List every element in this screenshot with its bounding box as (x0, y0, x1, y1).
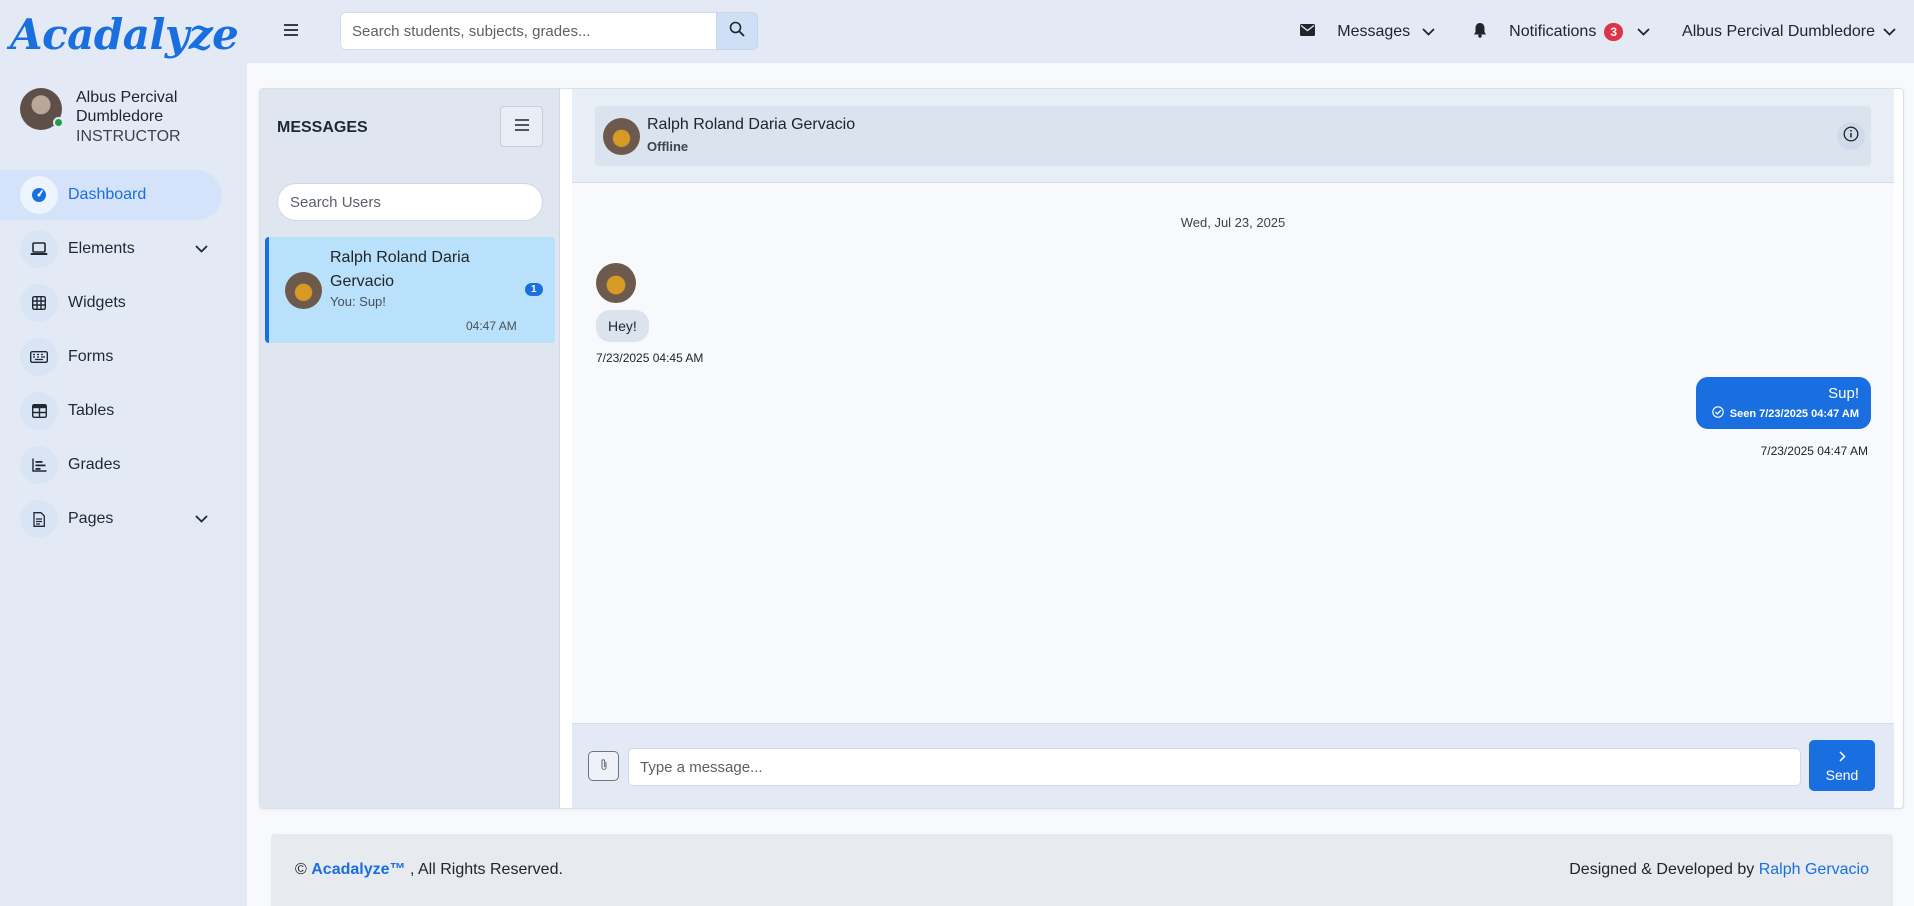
conversation-item[interactable]: Ralph Roland Daria Gervacio You: Sup! 1 … (265, 237, 555, 343)
dashboard-gauge-icon (20, 176, 58, 214)
notifications-dropdown[interactable]: Notifications 3 (1473, 22, 1650, 42)
avatar[interactable] (20, 88, 64, 130)
menu-icon (514, 116, 530, 137)
chevron-down-icon (1422, 24, 1435, 39)
sidebar-item-label: Tables (68, 402, 115, 419)
chat-panel: Ralph Roland Daria Gervacio Offline Wed,… (572, 89, 1894, 808)
credits: Designed & Developed by Ralph Gervacio (1569, 861, 1869, 879)
attach-file-button[interactable] (588, 751, 619, 781)
footer: © Acadalyze™ , All Rights Reserved. Desi… (271, 834, 1893, 906)
chat-contact-status: Offline (647, 139, 689, 154)
search-icon (729, 21, 745, 42)
messages-card: MESSAGES Ralph Roland Daria Gervacio You… (259, 88, 1904, 809)
chat-header: Ralph Roland Daria Gervacio Offline (595, 106, 1871, 166)
sidebar-item-dashboard[interactable]: Dashboard (0, 170, 222, 220)
avatar[interactable] (603, 118, 640, 155)
chat-message-area[interactable]: Wed, Jul 23, 2025 Hey! 7/23/2025 04:45 A… (572, 183, 1894, 723)
profile-name: Albus Percival Dumbledore (76, 89, 178, 125)
envelope-icon (1300, 23, 1316, 40)
footer-brand-link[interactable]: Acadalyze™ (311, 861, 405, 878)
user-menu-name: Albus Percival Dumbledore (1682, 22, 1875, 40)
author-link[interactable]: Ralph Gervacio (1759, 861, 1869, 878)
messages-label: Messages (1337, 22, 1411, 40)
send-button[interactable]: Send (1809, 740, 1875, 791)
grid-icon (20, 284, 58, 322)
sidebar-item-forms[interactable]: Forms (0, 332, 222, 382)
avatar (285, 272, 322, 309)
notifications-count-badge: 3 (1604, 22, 1624, 41)
conversation-preview: You: Sup! (330, 294, 386, 309)
chevron-down-icon (195, 240, 208, 256)
sidebar-item-label: Forms (68, 348, 114, 365)
menu-toggle-icon[interactable] (283, 20, 299, 43)
online-status-dot (53, 117, 64, 128)
send-label: Send (1825, 766, 1859, 783)
message-composer: Send (572, 723, 1894, 808)
seen-receipt-text: Seen 7/23/2025 04:47 AM (1729, 408, 1859, 420)
incoming-message-bubble: Hey! (596, 310, 649, 342)
keyboard-icon (20, 338, 58, 376)
designed-by-text: Designed & Developed by (1569, 861, 1755, 878)
chevron-down-icon (1883, 24, 1896, 39)
sidebar-nav: Dashboard Elements Widgets Forms Tables … (0, 170, 222, 548)
profile-card: Albus Percival Dumbledore INSTRUCTOR (20, 88, 216, 148)
chevron-right-icon (1838, 749, 1846, 765)
global-search (340, 12, 758, 50)
rights-text: , All Rights Reserved. (409, 861, 563, 878)
info-icon (1843, 126, 1859, 147)
sidebar-item-label: Elements (68, 240, 135, 257)
app-logo[interactable]: Acadalyze (10, 10, 239, 59)
sidebar-item-label: Widgets (68, 294, 126, 311)
sidebar-item-tables[interactable]: Tables (0, 386, 222, 436)
search-users-input[interactable] (277, 183, 543, 221)
conversation-menu-button[interactable] (500, 106, 543, 147)
seen-receipt: Seen 7/23/2025 04:47 AM (1708, 406, 1859, 420)
search-button[interactable] (716, 12, 758, 50)
sidebar-item-widgets[interactable]: Widgets (0, 278, 222, 328)
messages-panel-title: MESSAGES (277, 119, 368, 136)
sidebar-item-elements[interactable]: Elements (0, 224, 222, 274)
sidebar: Acadalyze Albus Percival Dumbledore INST… (0, 0, 247, 906)
profile-role: INSTRUCTOR (76, 128, 181, 145)
message-input[interactable] (628, 748, 1801, 786)
chat-header-band: Ralph Roland Daria Gervacio Offline (572, 89, 1894, 183)
sidebar-item-label: Grades (68, 456, 121, 473)
chat-contact-name: Ralph Roland Daria Gervacio (647, 116, 856, 133)
chevron-down-icon (1637, 24, 1650, 39)
contact-info-button[interactable] (1837, 122, 1865, 150)
incoming-message-time: 7/23/2025 04:45 AM (596, 351, 704, 365)
topbar-actions: Messages Notifications 3 Albus Percival … (1300, 0, 1914, 63)
table-icon (20, 392, 58, 430)
laptop-icon (20, 230, 58, 268)
messages-dropdown[interactable]: Messages (1300, 23, 1435, 41)
notifications-label: Notifications (1509, 22, 1597, 40)
avatar (596, 263, 636, 303)
topbar: Messages Notifications 3 Albus Percival … (247, 0, 1914, 63)
copyright: © Acadalyze™ , All Rights Reserved. (295, 861, 563, 879)
conversation-list-panel: MESSAGES Ralph Roland Daria Gervacio You… (260, 89, 560, 808)
paperclip-icon (600, 758, 608, 774)
bar-chart-icon (20, 446, 58, 484)
sidebar-item-pages[interactable]: Pages (0, 494, 222, 544)
chevron-down-icon (195, 510, 208, 526)
conversation-name: Ralph Roland Daria Gervacio (330, 249, 470, 290)
check-circle-icon (1711, 406, 1730, 420)
sidebar-item-grades[interactable]: Grades (0, 440, 222, 490)
sidebar-item-label: Pages (68, 510, 114, 527)
outgoing-message-text: Sup! (1828, 385, 1859, 402)
outgoing-message-time: 7/23/2025 04:47 AM (1760, 444, 1868, 458)
date-separator: Wed, Jul 23, 2025 (1180, 215, 1286, 230)
conversation-time: 04:47 AM (466, 319, 517, 333)
unread-badge: 1 (525, 283, 543, 296)
user-menu-dropdown[interactable]: Albus Percival Dumbledore (1682, 23, 1896, 41)
bell-icon (1473, 22, 1487, 42)
sidebar-item-label: Dashboard (68, 186, 147, 203)
search-input[interactable] (340, 12, 716, 50)
outgoing-message-bubble: Sup! Seen 7/23/2025 04:47 AM (1696, 377, 1871, 429)
document-icon (20, 500, 58, 538)
copyright-symbol: © (295, 861, 307, 878)
